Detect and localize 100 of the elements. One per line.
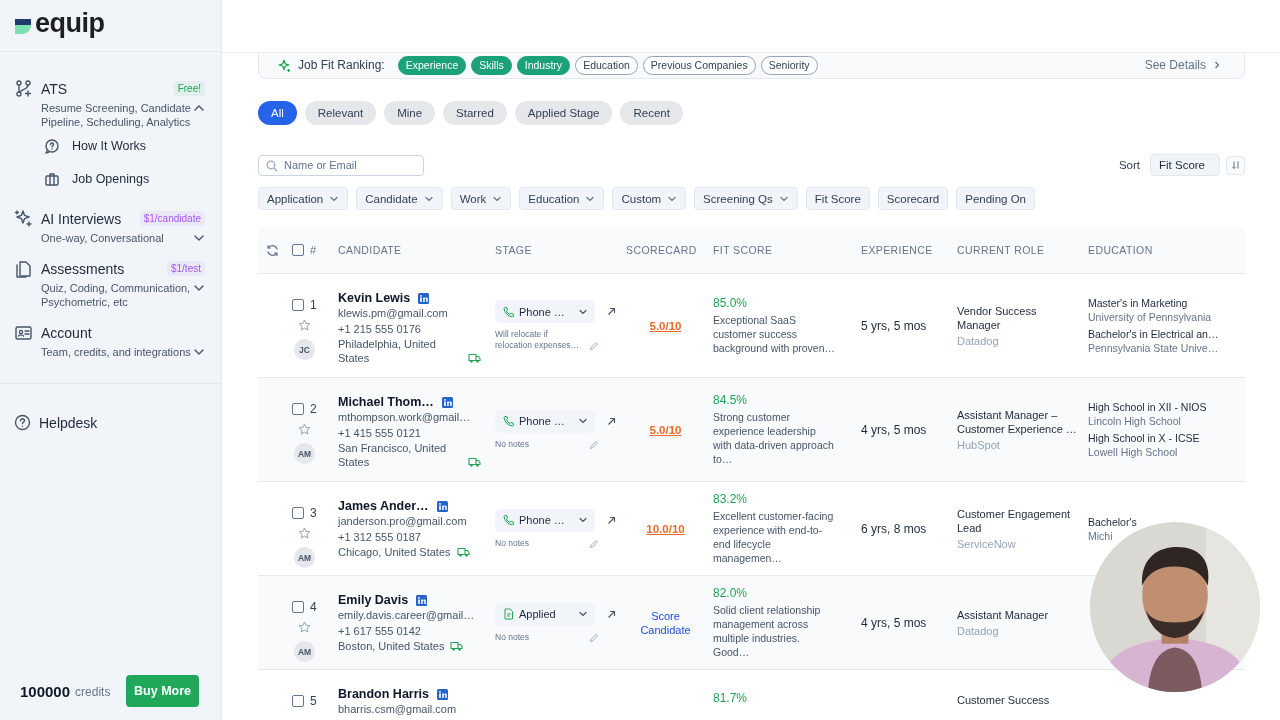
stage-notes: No notes xyxy=(495,438,531,450)
nav-subitem[interactable]: How It Works xyxy=(72,138,147,153)
candidate-email: mthompson.work@gmail… xyxy=(338,410,472,425)
row-checkbox[interactable] xyxy=(292,403,304,415)
star-icon[interactable] xyxy=(298,527,311,540)
row-checkbox[interactable] xyxy=(292,695,304,707)
filter-dropdown[interactable]: Candidate xyxy=(356,187,443,210)
filter-button[interactable]: Pending On xyxy=(956,187,1035,210)
candidate-name[interactable]: James Ander… xyxy=(338,499,429,513)
sort-select[interactable]: Fit Score xyxy=(1150,154,1220,176)
column-header: EDUCATION xyxy=(1087,244,1154,256)
phone-icon xyxy=(502,305,514,318)
school: Pennsylvania State Unive… xyxy=(1088,341,1220,355)
nav-description: Quiz, Coding, Communication, Psychometric, etc xyxy=(41,281,191,309)
section-icon xyxy=(14,209,33,228)
linkedin-icon[interactable] xyxy=(437,688,448,700)
row-number: 3 xyxy=(310,506,317,520)
filter-button[interactable]: Fit Score xyxy=(805,187,870,210)
help-icon xyxy=(14,414,31,431)
filter-dropdown[interactable]: Work xyxy=(450,187,512,210)
candidate-name[interactable]: Emily Davis xyxy=(338,593,409,607)
price-badge: $1/candidate xyxy=(139,211,205,226)
candidate-location: San Francisco, United States xyxy=(338,441,448,469)
fit-score: 82.0% xyxy=(713,586,749,600)
column-header: CURRENT ROLE xyxy=(956,244,1046,256)
section-icon xyxy=(14,259,33,278)
criteria-chip[interactable]: Education xyxy=(575,56,638,75)
fit-summary: Excellent customer-facing experience with end-to-end lifecycle managemen… xyxy=(713,509,835,565)
filter-button[interactable]: Scorecard xyxy=(877,187,949,210)
linkedin-icon[interactable] xyxy=(418,292,430,304)
candidate-name[interactable]: Brandon Harris xyxy=(338,687,429,701)
stage-dropdown[interactable]: Phone … xyxy=(495,300,595,323)
linkedin-icon[interactable] xyxy=(441,396,453,408)
candidate-location: Philadelphia, United States xyxy=(338,337,437,365)
fit-summary: Solid client relationship management across multiple industries. Good… xyxy=(713,603,822,659)
row-checkbox[interactable] xyxy=(292,299,304,311)
recruiter-avatar: AM xyxy=(294,641,315,662)
company-name: HubSpot xyxy=(957,439,1001,451)
open-arrow-icon[interactable] xyxy=(607,515,616,525)
phone-icon xyxy=(502,415,514,427)
fit-summary: Strong customer experience leadership with data-driven approach to… xyxy=(713,410,835,466)
filter-tab[interactable]: Applied Stage xyxy=(514,101,613,125)
filter-tab[interactable]: Mine xyxy=(384,101,436,125)
nav-item[interactable]: Account xyxy=(41,324,92,341)
experience: 4 yrs, 5 mos xyxy=(861,615,927,630)
helpdesk-link[interactable]: Helpdesk xyxy=(39,414,98,431)
stage-dropdown[interactable]: Phone … xyxy=(495,409,595,433)
see-details-link[interactable]: See Details xyxy=(1144,57,1222,72)
stage-notes: No notes xyxy=(495,631,531,643)
candidate-name[interactable]: Kevin Lewis xyxy=(338,291,411,305)
filter-tab[interactable]: Recent xyxy=(620,101,683,125)
filter-tab[interactable]: Starred xyxy=(443,101,507,125)
score-candidate-link[interactable]: Score Candidate xyxy=(635,608,696,637)
star-icon[interactable] xyxy=(298,319,311,332)
current-role: Customer Engagement Lead xyxy=(957,507,1072,535)
nav-item[interactable]: ATS xyxy=(41,80,68,97)
column-header: STAGE xyxy=(494,244,533,256)
company-name: ServiceNow xyxy=(957,538,1017,550)
experience: 5 yrs, 5 mos xyxy=(861,318,927,333)
current-role: Vendor Success Manager xyxy=(957,304,1038,332)
nav-item[interactable]: AI Interviews xyxy=(41,210,122,227)
recruiter-avatar: JC xyxy=(294,339,315,360)
refresh-icon[interactable] xyxy=(266,243,279,257)
truck-icon xyxy=(468,352,481,363)
stage-notes: Will relocate if relocation expenses… xyxy=(495,329,581,351)
star-icon[interactable] xyxy=(298,423,311,436)
degree: High School in XII - NIOS xyxy=(1088,400,1208,414)
stage-dropdown[interactable]: Applied xyxy=(495,602,595,626)
search-field[interactable]: Name or Email xyxy=(258,154,424,176)
price-badge: Free! xyxy=(173,81,205,96)
linkedin-icon[interactable] xyxy=(416,594,428,606)
row-checkbox[interactable] xyxy=(292,507,304,519)
open-arrow-icon[interactable] xyxy=(607,609,616,619)
filter-tab[interactable]: All xyxy=(258,101,297,125)
row-checkbox[interactable] xyxy=(292,601,304,613)
fit-score: 83.2% xyxy=(713,492,749,506)
filter-tab[interactable]: Relevant xyxy=(304,101,377,125)
current-role: Assistant Manager – Customer Experience … xyxy=(957,408,1078,436)
credits-count: 100000 xyxy=(20,682,71,700)
chevron-right-icon xyxy=(1212,59,1222,70)
stage-dropdown[interactable]: Phone … xyxy=(495,508,595,532)
criteria-chip[interactable]: Seniority xyxy=(760,56,818,75)
candidate-name[interactable]: Michael Thom… xyxy=(338,395,434,409)
filter-dropdown[interactable]: Education xyxy=(519,187,605,210)
star-icon[interactable] xyxy=(298,621,311,634)
section-icon xyxy=(14,323,33,342)
row-number: 4 xyxy=(310,600,317,614)
nav-subitem[interactable]: Job Openings xyxy=(72,171,150,186)
truck-icon xyxy=(450,640,464,651)
linkedin-icon[interactable] xyxy=(436,500,448,512)
fit-score: 85.0% xyxy=(713,296,749,310)
select-all-checkbox[interactable] xyxy=(292,244,304,256)
filter-dropdown[interactable]: Custom xyxy=(612,187,687,210)
open-arrow-icon[interactable] xyxy=(607,307,616,316)
nav-item[interactable]: Assessments xyxy=(41,260,125,277)
criteria-chip[interactable]: Previous Companies xyxy=(642,56,756,75)
open-arrow-icon[interactable] xyxy=(607,416,616,426)
filter-dropdown[interactable]: Application xyxy=(258,187,349,210)
filter-dropdown[interactable]: Screening Qs xyxy=(694,187,798,210)
truck-icon xyxy=(468,456,481,467)
